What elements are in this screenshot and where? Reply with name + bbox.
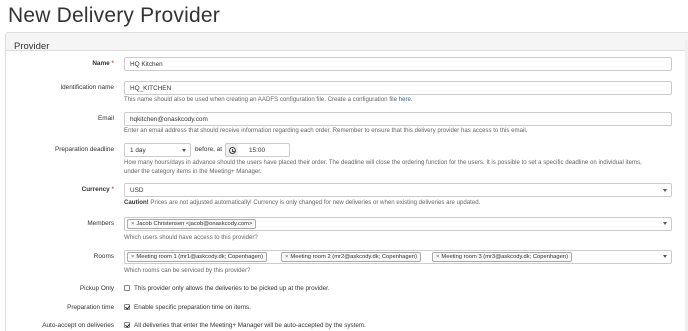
auto-accept-label: Auto-accept on deliveries: [42, 322, 114, 329]
prep-time-text: Enable specific preparation time on item…: [134, 304, 251, 311]
rooms-help: Which rooms can be serviced by this prov…: [124, 267, 251, 274]
currency-caution: Caution! Prices are not adjusted automat…: [124, 199, 481, 206]
auto-accept-text: All deliveries that enter the Meeting+ M…: [134, 322, 366, 329]
members-multiselect[interactable]: × Jacob Christensen <jacob@onaskcody.com>: [124, 217, 672, 231]
email-help: Enter an email address that should recei…: [124, 127, 528, 134]
chevron-down-icon[interactable]: [663, 222, 667, 225]
deadline-days-select[interactable]: 1 day: [124, 143, 191, 157]
deadline-time-input[interactable]: 15:00: [238, 143, 290, 157]
currency-label: Currency *: [81, 186, 114, 193]
room-tag[interactable]: × Meeting room 2 (mr2@askcody.dk; Copenha…: [281, 252, 421, 262]
identification-label: Identification name: [60, 84, 114, 91]
rooms-multiselect[interactable]: × Meeting room 1 (mr1@askcody.dk; Copenha…: [124, 250, 672, 264]
currency-select[interactable]: USD: [124, 183, 672, 197]
clock-icon: [229, 147, 236, 154]
deadline-days-value: 1 day: [130, 147, 146, 154]
pickup-label: Pickup Only: [79, 285, 114, 292]
email-label: Email: [98, 115, 114, 122]
members-help: Which users should have access to this p…: [124, 234, 258, 241]
caret-down-icon: [663, 189, 667, 192]
identification-input[interactable]: HQ_KITCHEN: [124, 81, 672, 95]
remove-tag-icon[interactable]: ×: [436, 254, 439, 260]
pickup-checkbox[interactable]: [124, 285, 130, 291]
name-input[interactable]: HQ Kitchen: [124, 57, 672, 71]
email-input[interactable]: hqkitchen@onaskcody.com: [124, 112, 672, 126]
remove-tag-icon[interactable]: ×: [131, 221, 134, 227]
remove-tag-icon[interactable]: ×: [131, 254, 134, 260]
prep-time-checkbox[interactable]: [124, 304, 130, 310]
clock-addon: [225, 143, 239, 157]
deadline-label: Preparation deadline: [55, 146, 114, 153]
auto-accept-checkbox[interactable]: [124, 322, 130, 328]
before-at-text: before, at: [195, 146, 223, 153]
identification-help: This name should also be used when creat…: [124, 96, 413, 103]
rooms-label: Rooms: [93, 253, 114, 260]
member-tag[interactable]: × Jacob Christensen <jacob@onaskcody.com>: [127, 219, 257, 229]
remove-tag-icon[interactable]: ×: [285, 254, 288, 260]
currency-value: USD: [130, 187, 144, 194]
members-label: Members: [87, 220, 114, 227]
room-tag[interactable]: × Meeting room 1 (mr1@askcody.dk; Copenha…: [127, 252, 267, 262]
caret-down-icon: [182, 149, 186, 152]
name-label: Name *: [92, 60, 114, 67]
panel-heading: Provider: [6, 33, 688, 52]
room-tag[interactable]: × Meeting room 3 (mr3@askcody.dk; Copenha…: [432, 252, 572, 262]
pickup-text: This provider only allows the deliveries…: [134, 285, 330, 292]
deadline-help: How many hours/days in advance should th…: [124, 159, 642, 175]
page-title: New Delivery Provider: [8, 4, 220, 27]
prep-time-label: Preparation time: [67, 304, 114, 311]
configuration-file-link[interactable]: here: [399, 96, 411, 103]
panel-heading-title: Provider: [14, 41, 50, 52]
chevron-down-icon[interactable]: [663, 255, 667, 258]
